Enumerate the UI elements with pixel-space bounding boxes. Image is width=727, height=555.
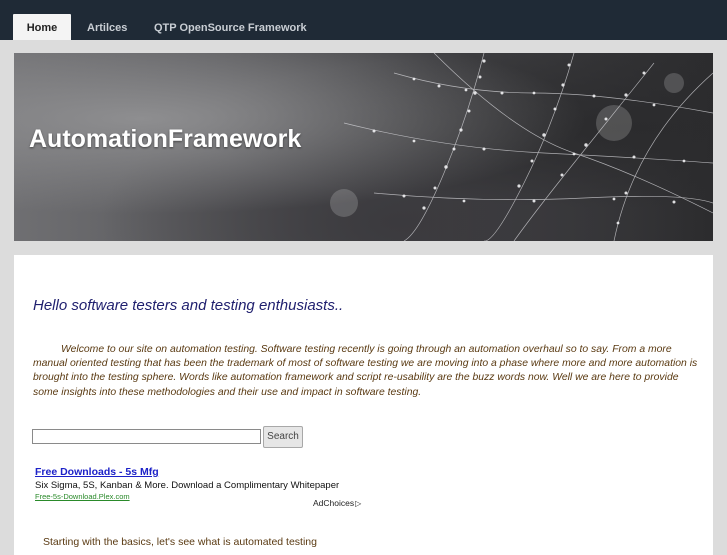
- ad-description: Six Sigma, 5S, Kanban & More. Download a…: [35, 480, 340, 491]
- ad-url-link[interactable]: Free-5s-Download.Plex.com: [35, 492, 130, 501]
- welcome-headline: Hello software testers and testing enthu…: [33, 297, 344, 314]
- tab-home[interactable]: Home: [13, 14, 71, 40]
- adchoices-icon[interactable]: ▷: [355, 499, 361, 508]
- tab-articles[interactable]: Artilces: [87, 14, 127, 40]
- adchoices-link[interactable]: AdChoices▷: [313, 498, 361, 508]
- intro-paragraph: Welcome to our site on automation testin…: [33, 344, 698, 398]
- header-banner: AutomationFramework: [14, 53, 713, 241]
- top-navigation-bar: Home Artilces QTP OpenSource Framework: [0, 0, 727, 40]
- search-input[interactable]: [32, 429, 261, 444]
- search-button[interactable]: Search: [263, 426, 303, 448]
- tab-qtp-opensource-framework[interactable]: QTP OpenSource Framework: [154, 14, 307, 40]
- main-content: Hello software testers and testing enthu…: [14, 255, 713, 555]
- site-title: AutomationFramework: [29, 125, 302, 153]
- adchoices-label[interactable]: AdChoices: [313, 498, 354, 508]
- section-intro-text: Starting with the basics, let's see what…: [43, 536, 317, 548]
- ad-title-link[interactable]: Free Downloads - 5s Mfg: [35, 466, 159, 478]
